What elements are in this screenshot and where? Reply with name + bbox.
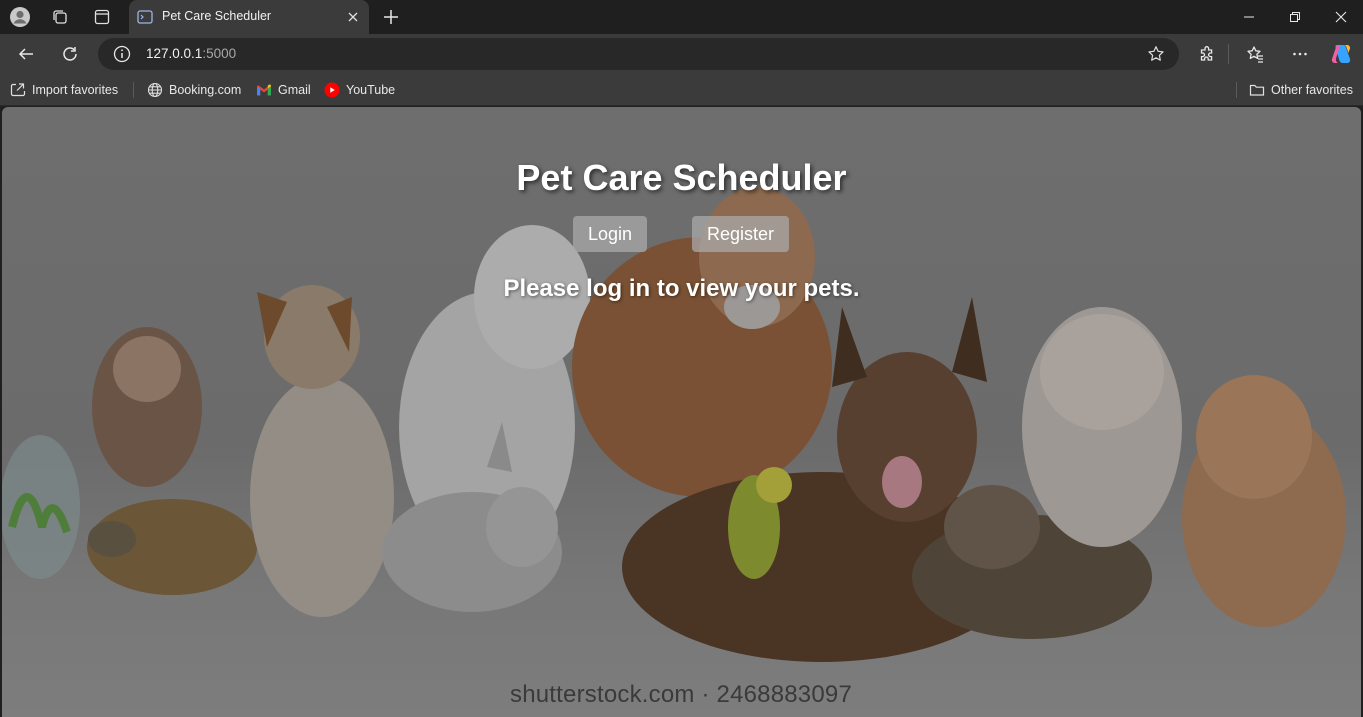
image-watermark: shutterstock.com · 2468883097 (510, 681, 852, 708)
youtube-icon (324, 82, 340, 98)
new-tab-icon[interactable] (380, 6, 402, 28)
import-icon (10, 83, 26, 97)
favorites-icon[interactable] (1243, 42, 1267, 66)
restore-icon[interactable] (1272, 0, 1318, 34)
favorite-booking[interactable]: Booking.com (147, 81, 241, 99)
favorite-label: Gmail (278, 83, 311, 97)
favorites-divider (133, 82, 134, 98)
back-icon[interactable] (14, 42, 38, 66)
page-favicon-icon (137, 10, 153, 24)
other-favorites[interactable]: Other favorites (1249, 81, 1353, 99)
tab-pet-care-scheduler[interactable]: Pet Care Scheduler (129, 0, 369, 34)
title-bar: Pet Care Scheduler (0, 0, 1363, 34)
other-favorites-label: Other favorites (1271, 83, 1353, 97)
favorite-label: Import favorites (32, 83, 119, 97)
workspaces-icon[interactable] (48, 5, 72, 29)
toolbar-divider (1228, 44, 1229, 64)
globe-icon (147, 82, 163, 98)
favorite-label: YouTube (346, 83, 396, 97)
login-prompt-message: Please log in to view your pets. (503, 275, 860, 302)
url-text[interactable]: 127.0.0.1:5000 (146, 46, 236, 61)
site-info-icon[interactable] (113, 45, 131, 63)
url-port: :5000 (202, 46, 237, 61)
minimize-icon[interactable] (1226, 0, 1272, 34)
extensions-icon[interactable] (1195, 42, 1219, 66)
favorite-gmail[interactable]: Gmail (256, 81, 311, 99)
url-host: 127.0.0.1 (146, 46, 203, 61)
close-window-icon[interactable] (1318, 0, 1363, 34)
favorite-star-icon[interactable] (1147, 45, 1165, 63)
browser-toolbar: 127.0.0.1:5000 (0, 34, 1363, 74)
favorites-divider (1236, 82, 1237, 98)
page-viewport: Pet Care Scheduler Login Register Please… (2, 107, 1361, 717)
gmail-icon (257, 84, 271, 96)
more-options-icon[interactable] (1288, 42, 1312, 66)
page-title: Pet Care Scheduler (516, 157, 847, 198)
address-bar[interactable]: 127.0.0.1:5000 (98, 38, 1179, 70)
refresh-icon[interactable] (58, 42, 82, 66)
favorite-import[interactable]: Import favorites (10, 81, 118, 99)
tab-actions-icon[interactable] (90, 5, 114, 29)
favorites-bar: Import favorites Booking.com Gmail YouTu… (0, 74, 1363, 106)
copilot-icon[interactable] (1329, 42, 1353, 66)
profile-icon[interactable] (8, 5, 32, 29)
folder-icon (1249, 84, 1265, 96)
login-button[interactable]: Login (573, 216, 647, 252)
favorite-label: Booking.com (169, 83, 242, 97)
favorite-youtube[interactable]: YouTube (324, 81, 395, 99)
close-tab-icon[interactable] (345, 9, 361, 25)
tab-title: Pet Care Scheduler (162, 9, 272, 23)
register-button[interactable]: Register (692, 216, 789, 252)
